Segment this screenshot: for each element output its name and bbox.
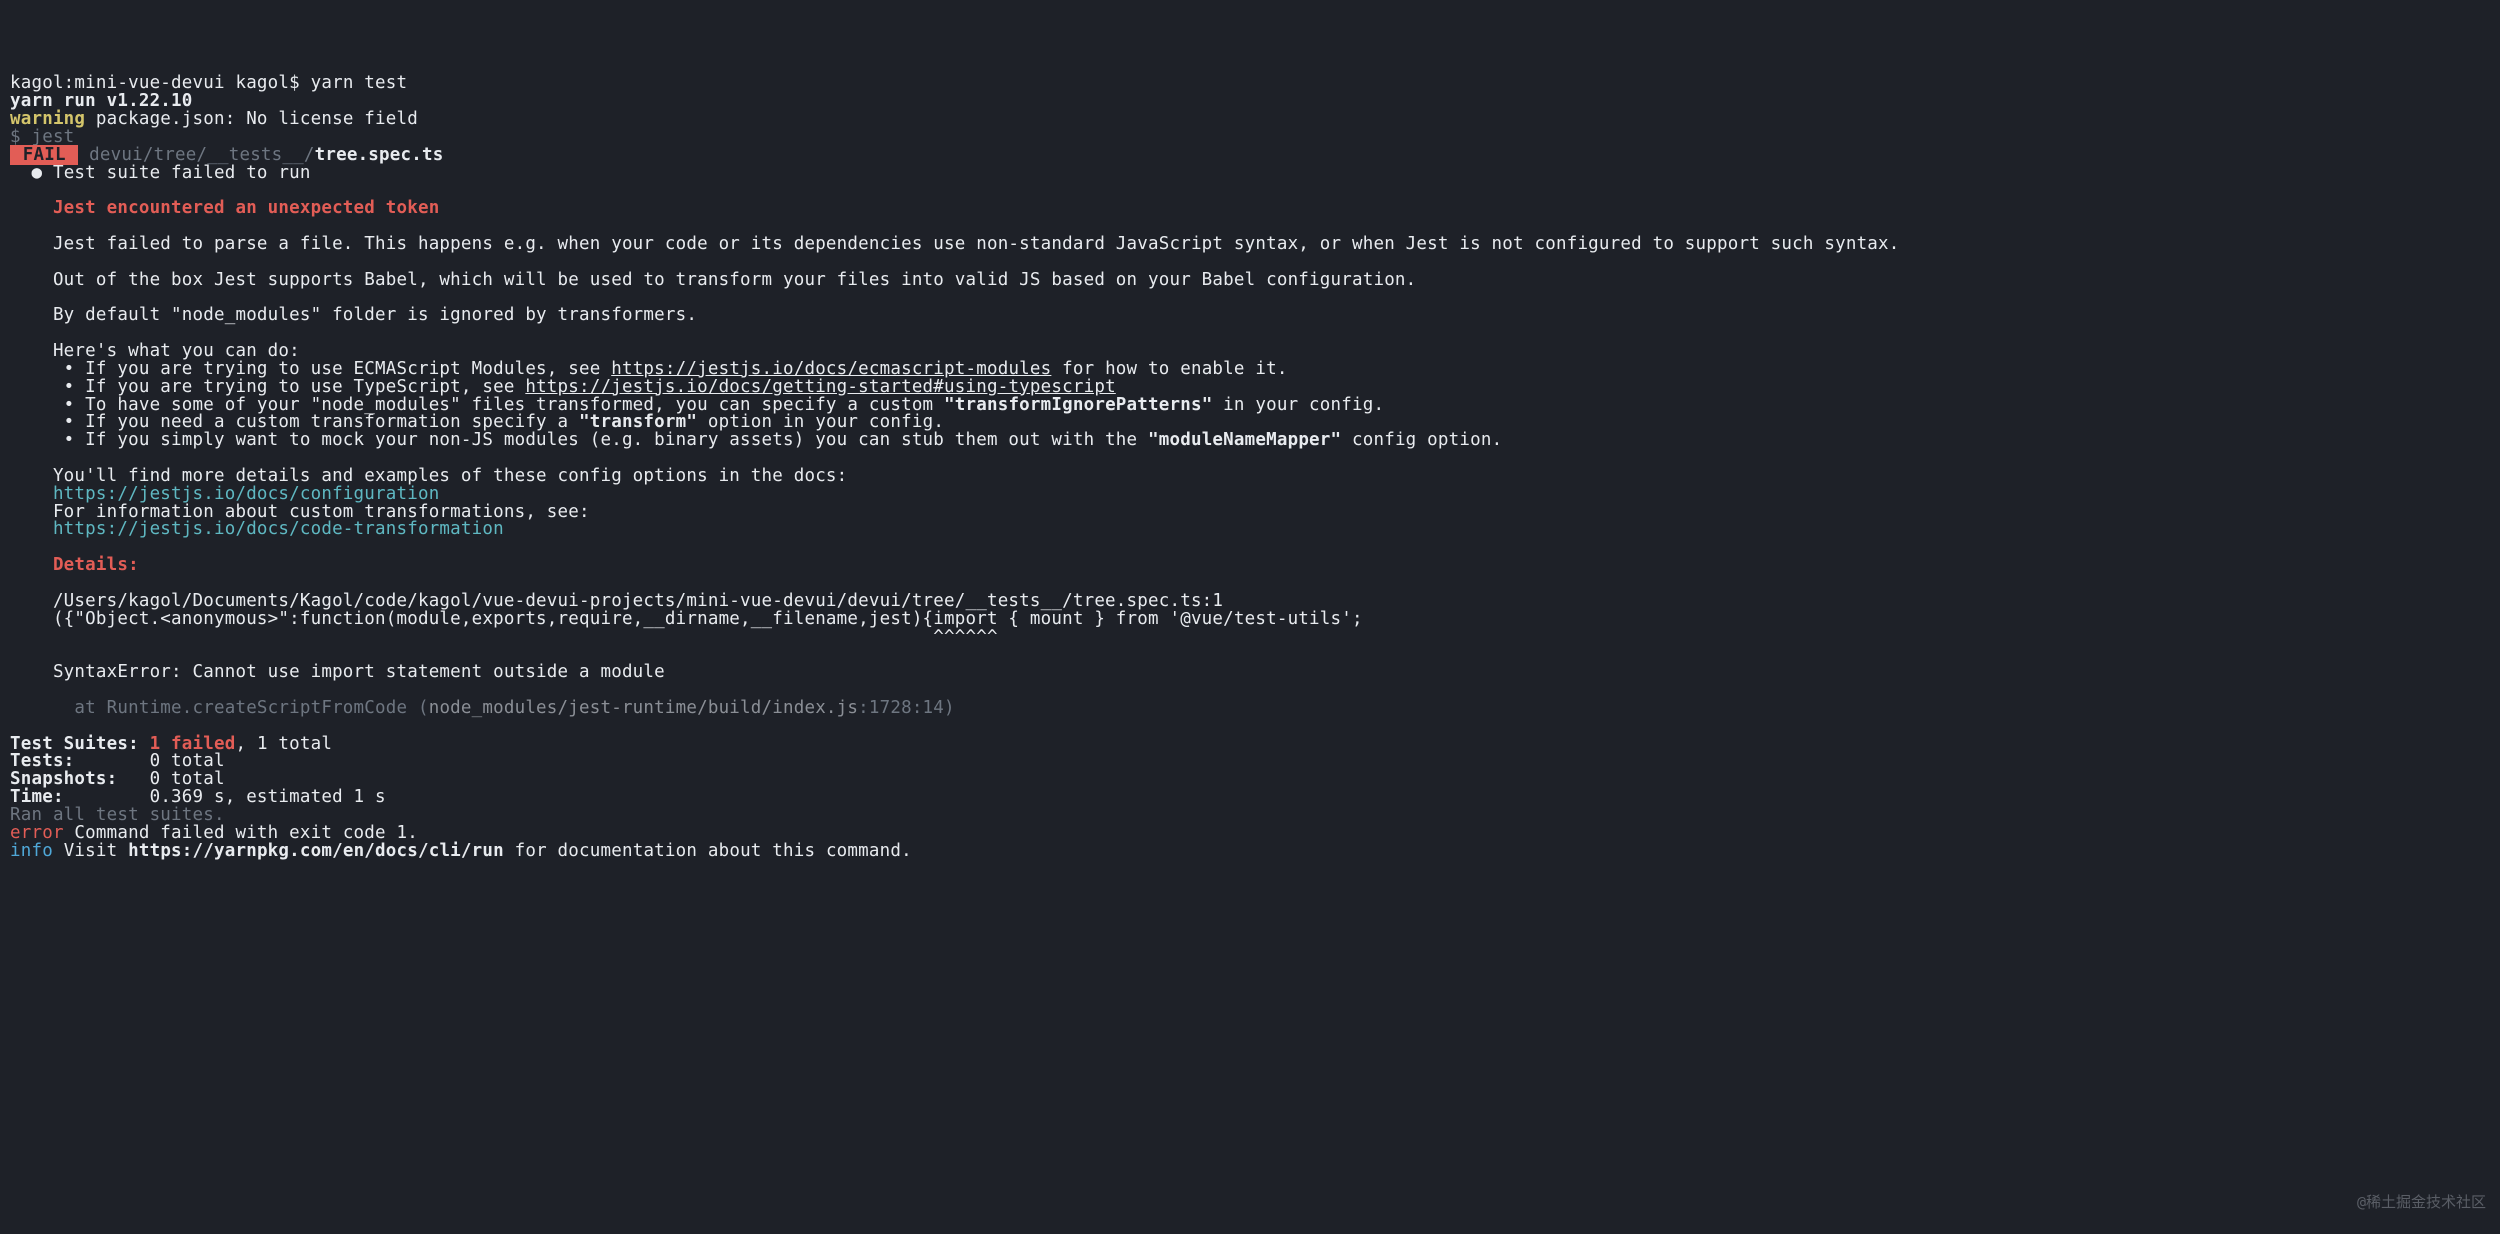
info-link[interactable]: https://yarnpkg.com/en/docs/cli/run	[128, 841, 504, 861]
stack-at: at Runtime.createScriptFromCode (	[10, 698, 429, 718]
bullet-item-tail: in your config.	[1212, 395, 1384, 415]
detail-caret: ^^^^^^	[10, 627, 998, 647]
suite-fail-text: Test suite failed to run	[53, 163, 311, 183]
fail-path-file: tree.spec.ts	[315, 145, 444, 165]
terminal-output[interactable]: kagol:mini-vue-devui kagol$ yarn test ya…	[10, 75, 2490, 860]
error-paragraph: Jest failed to parse a file. This happen…	[10, 234, 1900, 254]
summary-suites-rest: , 1 total	[235, 734, 332, 754]
info-post: for documentation about this command.	[504, 841, 912, 861]
stack-location: :1728:14	[858, 698, 944, 718]
info-label: info	[10, 841, 53, 861]
watermark: @稀土掘金技术社区	[2357, 1195, 2486, 1210]
syntax-error: SyntaxError: Cannot use import statement…	[10, 662, 665, 682]
config-key: "moduleNameMapper"	[1148, 430, 1341, 450]
stack-close: )	[944, 698, 955, 718]
error-paragraph: Out of the box Jest supports Babel, whic…	[10, 270, 1416, 290]
error-paragraph: By default "node_modules" folder is igno…	[10, 305, 697, 325]
info-pre: Visit	[53, 841, 128, 861]
details-heading: Details:	[10, 555, 139, 575]
bullet-item-tail: config option.	[1341, 430, 1502, 450]
stack-file: node_modules/jest-runtime/build/index.js	[429, 698, 858, 718]
doc-link[interactable]: https://jestjs.io/docs/code-transformati…	[10, 519, 504, 539]
shell-command: yarn test	[311, 73, 408, 93]
warning-message: package.json: No license field	[85, 109, 418, 129]
bullet-item: • If you simply want to mock your non-JS…	[10, 430, 1148, 450]
config-key: "transformIgnorePatterns"	[944, 395, 1212, 415]
error-heading: Jest encountered an unexpected token	[10, 198, 439, 218]
jest-invoke: $ jest	[10, 127, 74, 147]
bullet-icon: ●	[10, 163, 53, 183]
